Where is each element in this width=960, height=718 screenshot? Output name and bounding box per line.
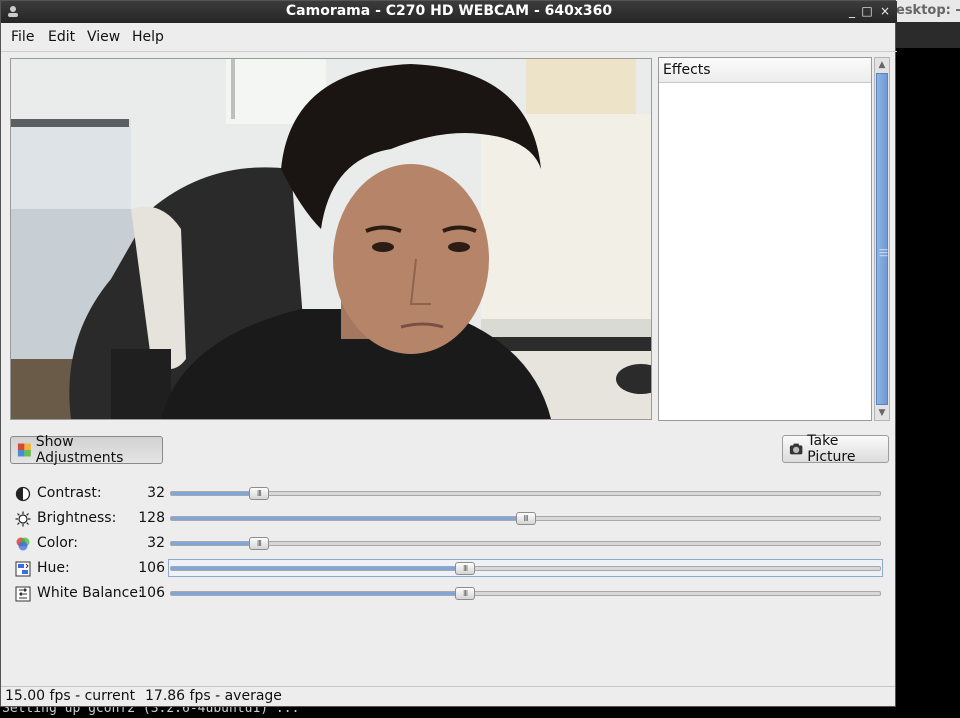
hue-value: 106 xyxy=(138,560,165,576)
white-balance-slider[interactable] xyxy=(170,591,881,596)
background-terminal-output: Setting up gconf2 (3.2.6-4ubuntu1) ... xyxy=(0,706,960,718)
hue-slider[interactable] xyxy=(170,566,881,571)
close-button[interactable]: × xyxy=(877,3,893,19)
scroll-down-arrow-icon[interactable]: ▼ xyxy=(875,406,889,420)
brightness-value: 128 xyxy=(138,510,165,526)
brightness-icon xyxy=(15,511,31,527)
color-value: 32 xyxy=(147,535,165,551)
white-balance-value: 106 xyxy=(138,585,165,601)
titlebar[interactable]: Camorama - C270 HD WEBCAM - 640x360 _ □ … xyxy=(1,1,897,23)
fps-current: 15.00 fps - current xyxy=(5,688,136,704)
window-title: Camorama - C270 HD WEBCAM - 640x360 xyxy=(285,3,613,19)
menu-view[interactable]: View xyxy=(87,29,120,45)
menubar: File Edit View Help xyxy=(1,25,897,52)
show-adjustments-label: Show Adjustments xyxy=(35,434,124,466)
background-terminal: esktop: - xyxy=(896,0,960,48)
menu-help-label: Help xyxy=(132,29,164,45)
statusbar: 15.00 fps - current 17.86 fps - average xyxy=(1,686,895,707)
scroll-up-arrow-icon[interactable]: ▲ xyxy=(875,58,889,72)
hue-icon xyxy=(15,561,31,577)
color-slider-handle[interactable]: III xyxy=(248,537,269,550)
menu-help[interactable]: Help xyxy=(132,29,164,45)
menu-edit-label: Edit xyxy=(48,29,76,45)
background-terminal-line: Setting up gconf2 (3.2.6-4ubuntu1) ... xyxy=(2,706,300,716)
effects-header[interactable]: Effects xyxy=(659,58,871,83)
menu-file-label: File xyxy=(11,29,35,45)
contrast-slider-handle[interactable]: III xyxy=(248,487,269,500)
contrast-value: 32 xyxy=(147,485,165,501)
webcam-video-preview xyxy=(10,58,652,420)
color-label: Color: xyxy=(37,535,79,551)
contrast-slider[interactable] xyxy=(170,491,881,496)
white-balance-slider-handle[interactable]: III xyxy=(455,587,476,600)
minimize-button[interactable]: _ xyxy=(844,3,860,19)
hue-slider-handle[interactable]: III xyxy=(455,562,476,575)
white-balance-icon xyxy=(15,586,31,602)
hue-label: Hue: xyxy=(37,560,70,576)
camorama-window: Camorama - C270 HD WEBCAM - 640x360 _ □ … xyxy=(0,0,897,707)
camera-icon xyxy=(789,443,803,455)
brightness-slider-fill xyxy=(171,517,525,520)
effects-panel[interactable]: Effects xyxy=(658,57,872,421)
hue-row: Hue: 106 III xyxy=(11,558,885,580)
brightness-row: Brightness: 128 III xyxy=(11,508,885,530)
scrollbar-grip-icon: — — — xyxy=(879,245,888,261)
maximize-button[interactable]: □ xyxy=(859,3,875,19)
take-picture-button[interactable]: Take Picture xyxy=(782,433,889,465)
background-terminal-text: esktop: - xyxy=(896,3,960,18)
brightness-label: Brightness: xyxy=(37,510,117,526)
hue-slider-fill xyxy=(171,567,465,570)
contrast-row: Contrast: 32 III xyxy=(11,483,885,505)
contrast-slider-fill xyxy=(171,492,258,495)
white-balance-slider-fill xyxy=(171,592,465,595)
take-picture-label: Take Picture xyxy=(807,433,856,465)
menu-edit[interactable]: Edit xyxy=(48,29,75,45)
contrast-icon xyxy=(15,486,31,502)
color-icon xyxy=(16,537,30,551)
menu-view-label: View xyxy=(87,29,121,45)
color-slider-fill xyxy=(171,542,258,545)
show-adjustments-button[interactable]: Show Adjustments xyxy=(10,434,163,466)
fps-average: 17.86 fps - average xyxy=(145,688,282,704)
color-row: Color: 32 III xyxy=(11,533,885,555)
brightness-slider-handle[interactable]: III xyxy=(515,512,536,525)
contrast-label: Contrast: xyxy=(37,485,102,501)
effects-scrollbar[interactable]: ▲ — — — ▼ xyxy=(874,57,890,421)
webcam-frame-image xyxy=(11,59,651,419)
scrollbar-thumb[interactable]: — — — xyxy=(876,73,888,405)
white-balance-label: White Balance: xyxy=(37,585,143,601)
menu-file[interactable]: File xyxy=(11,29,34,45)
white-balance-row: White Balance: 106 III xyxy=(11,583,885,605)
color-slider[interactable] xyxy=(170,541,881,546)
adjustments-icon xyxy=(17,443,31,457)
